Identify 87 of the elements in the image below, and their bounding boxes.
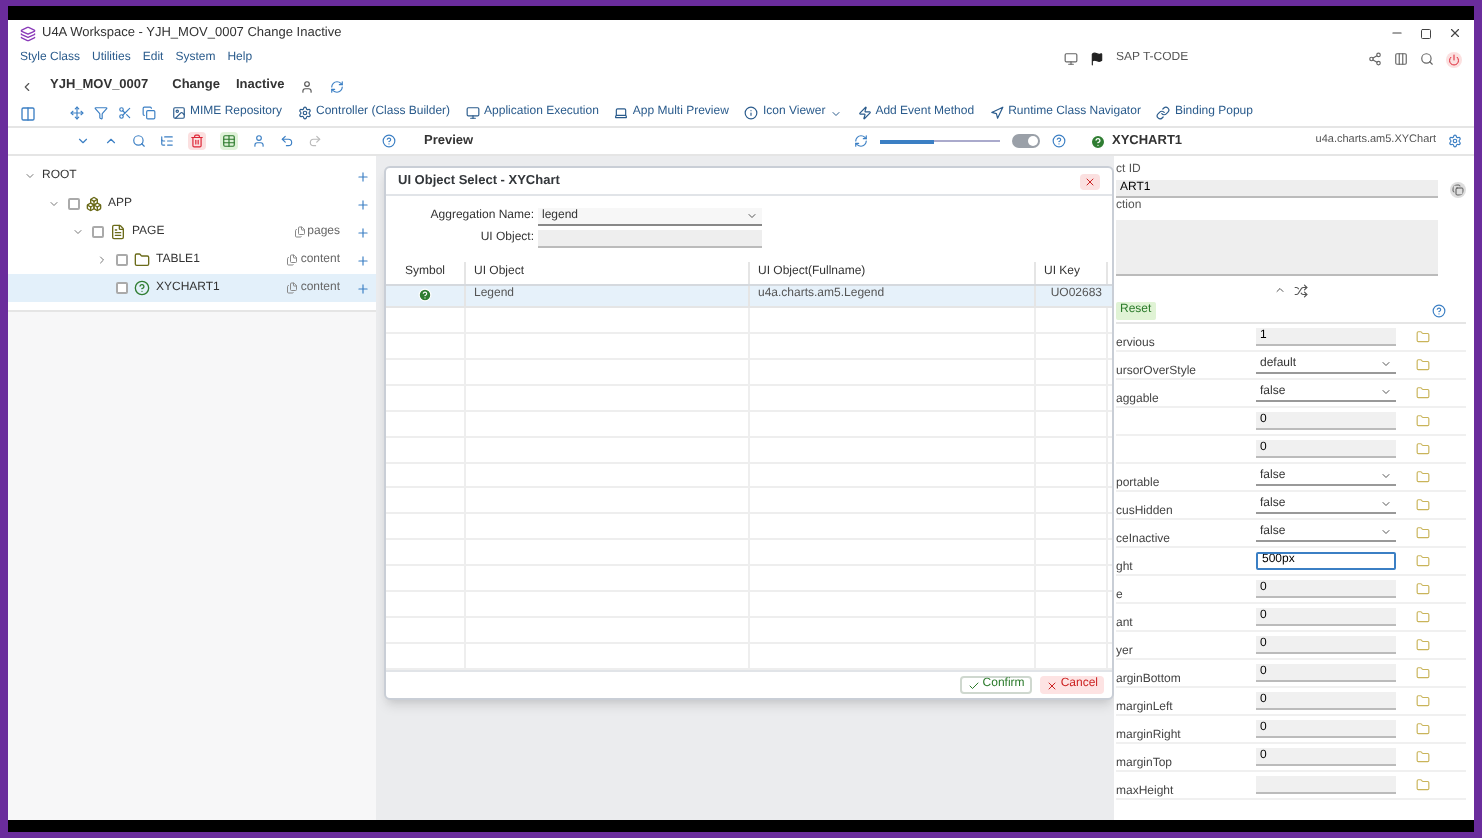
close-button[interactable]	[1080, 173, 1100, 189]
close-icon[interactable]	[1448, 26, 1462, 40]
move-icon[interactable]	[70, 106, 84, 120]
checkbox[interactable]	[68, 198, 80, 210]
expand-all-icon[interactable]	[76, 134, 90, 148]
help-icon[interactable]	[1432, 304, 1446, 318]
aggregation-icon	[293, 226, 306, 238]
checkbox[interactable]	[92, 226, 104, 238]
object-icon	[86, 196, 102, 212]
checkbox[interactable]	[116, 254, 128, 266]
dropdown-icon[interactable]	[1380, 498, 1392, 510]
user-icon[interactable]	[252, 134, 266, 148]
flag-icon[interactable]	[1090, 52, 1104, 66]
dropdown-icon[interactable]	[1380, 470, 1392, 482]
folder-icon[interactable]	[1416, 526, 1430, 540]
folder-icon[interactable]	[1416, 750, 1430, 764]
dropdown-icon[interactable]	[1380, 358, 1392, 370]
collapse-icon[interactable]	[48, 198, 60, 210]
symbol-icon	[418, 288, 432, 303]
close-icon[interactable]	[1046, 679, 1059, 691]
search-icon[interactable]	[132, 134, 146, 148]
object-icon	[110, 224, 126, 240]
close-icon[interactable]	[1084, 175, 1096, 187]
add-icon[interactable]	[356, 169, 370, 183]
tree-icon[interactable]	[160, 134, 174, 148]
app-logo-icon	[20, 25, 36, 41]
refresh-icon[interactable]	[854, 134, 868, 148]
help-icon[interactable]	[1052, 134, 1066, 148]
folder-icon[interactable]	[1416, 554, 1430, 568]
input-field[interactable]	[538, 230, 762, 248]
aggregation-icon	[286, 254, 299, 266]
monitor-icon[interactable]	[1064, 52, 1078, 66]
folder-icon[interactable]	[1416, 330, 1430, 344]
folder-icon[interactable]	[1416, 778, 1430, 792]
expand-icon[interactable]	[96, 254, 108, 266]
refresh-icon[interactable]	[330, 79, 345, 93]
undo-icon[interactable]	[280, 134, 294, 148]
minimize-icon[interactable]	[1390, 26, 1404, 40]
folder-icon[interactable]	[1416, 610, 1430, 624]
redo-icon[interactable]	[308, 134, 322, 148]
aggregation-icon	[286, 282, 299, 294]
check-icon[interactable]	[968, 679, 981, 691]
folder-icon[interactable]	[1416, 442, 1430, 456]
add-icon[interactable]	[356, 281, 370, 295]
folder-icon[interactable]	[1416, 386, 1430, 400]
checkbox[interactable]	[116, 282, 128, 294]
back-icon[interactable]	[20, 79, 34, 93]
power-icon[interactable]	[1446, 51, 1462, 67]
folder-icon[interactable]	[1416, 470, 1430, 484]
folder-icon[interactable]	[1416, 414, 1430, 428]
layout-icon[interactable]	[20, 105, 36, 121]
table-icon[interactable]	[220, 132, 238, 150]
restore-icon[interactable]	[1420, 27, 1432, 39]
dropdown-icon[interactable]	[1380, 526, 1392, 538]
scissors-icon[interactable]	[118, 106, 132, 120]
dropdown-icon[interactable]	[746, 210, 758, 222]
share-icon[interactable]	[1368, 52, 1382, 66]
folder-icon[interactable]	[1416, 638, 1430, 652]
folder-icon[interactable]	[1416, 498, 1430, 512]
property-input[interactable]	[1256, 776, 1396, 794]
delete-icon[interactable]	[188, 132, 206, 150]
copy-icon[interactable]	[1450, 181, 1466, 197]
collapse-icon[interactable]	[1274, 284, 1286, 296]
folder-icon[interactable]	[1416, 694, 1430, 708]
folder-icon[interactable]	[1416, 666, 1430, 680]
help-icon[interactable]	[382, 134, 396, 148]
toggle-switch[interactable]	[1012, 134, 1040, 148]
add-icon[interactable]	[356, 197, 370, 211]
filter-icon[interactable]	[94, 106, 108, 120]
collapse-icon[interactable]	[72, 226, 84, 238]
folder-icon[interactable]	[1416, 358, 1430, 372]
folder-icon[interactable]	[1416, 582, 1430, 596]
grid-icon[interactable]	[1394, 52, 1408, 66]
collapse-all-icon[interactable]	[104, 134, 118, 148]
folder-icon	[134, 252, 150, 268]
folder-icon[interactable]	[1416, 722, 1430, 736]
collapse-icon[interactable]	[24, 170, 36, 182]
dropdown-icon[interactable]	[1380, 386, 1392, 398]
add-icon[interactable]	[356, 253, 370, 267]
copy-icon[interactable]	[142, 106, 156, 120]
caret-icon[interactable]	[829, 107, 842, 119]
add-icon[interactable]	[356, 225, 370, 239]
settings-icon[interactable]	[1448, 134, 1462, 148]
search-icon[interactable]	[1420, 52, 1434, 66]
shuffle-icon[interactable]	[1294, 283, 1308, 297]
user-icon[interactable]	[300, 79, 315, 93]
description-field[interactable]	[1116, 220, 1438, 276]
